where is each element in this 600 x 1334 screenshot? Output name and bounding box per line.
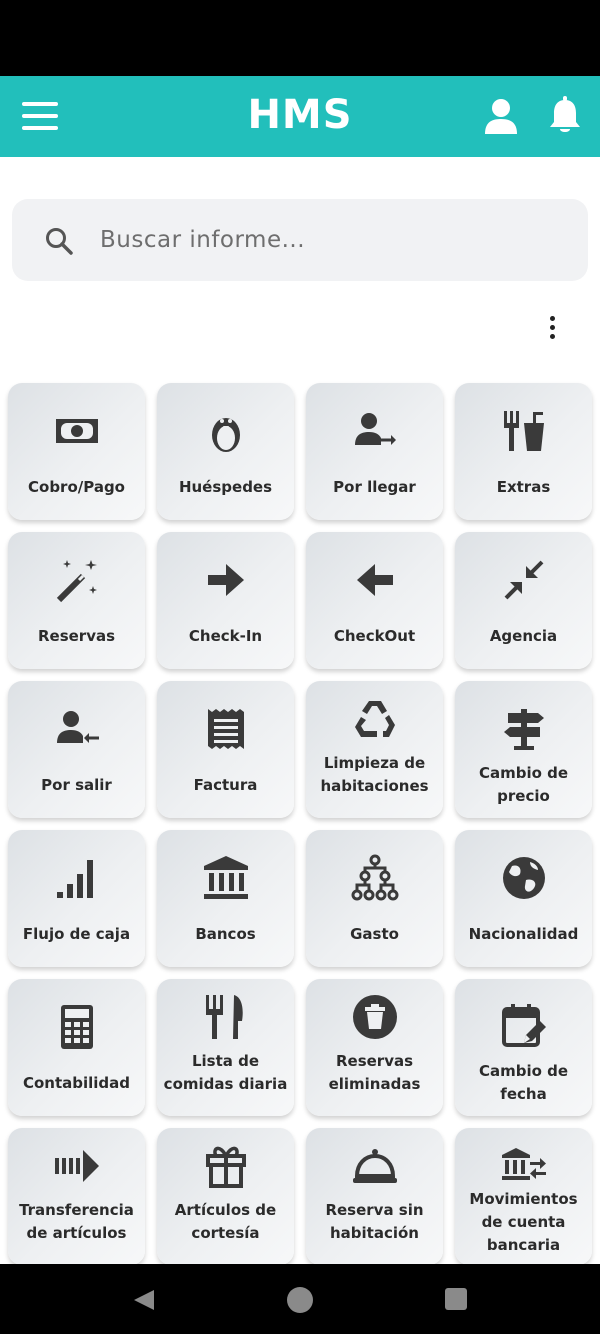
status-bar — [0, 0, 600, 76]
tile-reservas[interactable]: Reservas — [8, 532, 145, 669]
tile-label: Lista de comidas diaria — [163, 1052, 288, 1093]
arrow-right-icon — [207, 564, 244, 596]
tile-label: Cambio de fecha — [478, 1062, 569, 1103]
trash-circle-icon — [352, 995, 397, 1039]
tile-movimientos-cuenta-bancaria[interactable]: Movimientos de cuenta bancaria — [455, 1128, 592, 1264]
tile-label: Factura — [193, 775, 258, 794]
tile-checkout[interactable]: CheckOut — [306, 532, 443, 669]
tile-nacionalidad[interactable]: Nacionalidad — [455, 830, 592, 967]
tile-agencia[interactable]: Agencia — [455, 532, 592, 669]
compress-icon — [504, 560, 543, 600]
tile-label: CheckOut — [333, 626, 416, 645]
tile-label: Movimientos de cuenta bancaria — [469, 1189, 578, 1254]
tile-lista-comidas[interactable]: Lista de comidas diaria — [157, 979, 294, 1116]
tile-reserva-sin-habitacion[interactable]: Reserva sin habitación — [306, 1128, 443, 1264]
tile-label: Reservas — [37, 626, 116, 645]
tile-label: Extras — [496, 477, 551, 496]
search-input[interactable] — [100, 219, 560, 261]
arrow-left-icon — [356, 564, 393, 596]
bank-icon — [203, 856, 248, 899]
money-icon — [55, 419, 98, 443]
cloche-icon — [352, 1149, 397, 1183]
tile-label: Agencia — [489, 626, 558, 645]
more-options-icon[interactable] — [540, 313, 564, 345]
utensils-icon — [205, 995, 243, 1039]
receipt-icon — [207, 709, 244, 749]
tile-label: Reserva sin habitación — [325, 1201, 424, 1242]
tile-label: Transferencia de artículos — [19, 1201, 134, 1242]
tile-label: Reservas eliminadas — [328, 1052, 421, 1093]
user-arrow-out-icon — [56, 711, 99, 743]
tile-flujo-caja[interactable]: Flujo de caja — [8, 830, 145, 967]
tile-por-llegar[interactable]: Por llegar — [306, 383, 443, 520]
tile-label: Gasto — [350, 924, 399, 943]
app-bar: HMS — [0, 76, 600, 157]
fork-drink-icon — [503, 411, 544, 451]
tile-label: Limpieza de habitaciones — [320, 754, 429, 795]
magic-wand-icon — [56, 560, 97, 603]
tile-label: Contabilidad — [22, 1073, 131, 1092]
tile-label: Bancos — [195, 924, 256, 943]
hierarchy-icon — [351, 854, 398, 901]
tile-por-salir[interactable]: Por salir — [8, 681, 145, 818]
fast-forward-icon — [54, 1150, 99, 1182]
tile-label: Por llegar — [333, 477, 416, 496]
calendar-edit-icon — [501, 1004, 546, 1047]
user-arrow-in-icon — [354, 413, 396, 445]
tile-cobro-pago[interactable]: Cobro/Pago — [8, 383, 145, 520]
tile-check-in[interactable]: Check-In — [157, 532, 294, 669]
tile-gasto[interactable]: Gasto — [306, 830, 443, 967]
report-grid: Cobro/Pago Huéspedes Por llegar Extras R… — [8, 383, 598, 1264]
tile-factura[interactable]: Factura — [157, 681, 294, 818]
bell-icon[interactable] — [548, 96, 582, 136]
system-nav-bar — [0, 1264, 600, 1334]
penguin-icon — [211, 418, 240, 452]
search-bar[interactable] — [12, 199, 588, 281]
bank-transfer-icon — [501, 1148, 546, 1180]
signpost-icon — [503, 709, 544, 750]
tile-label: Cambio de precio — [478, 764, 569, 805]
recycle-icon — [354, 701, 395, 737]
recent-apps-icon[interactable] — [445, 1288, 467, 1310]
main-content: Cobro/Pago Huéspedes Por llegar — [0, 157, 600, 1264]
tile-reservas-eliminadas[interactable]: Reservas eliminadas — [306, 979, 443, 1116]
tile-label: Huéspedes — [178, 477, 273, 496]
tile-huespedes[interactable]: Huéspedes — [157, 383, 294, 520]
calculator-icon — [60, 1005, 93, 1049]
tile-label: Flujo de caja — [22, 924, 131, 943]
tile-articulos-cortesia[interactable]: Artículos de cortesía — [157, 1128, 294, 1264]
tile-cambio-fecha[interactable]: Cambio de fecha — [455, 979, 592, 1116]
tile-label: Artículos de cortesía — [174, 1201, 277, 1242]
user-icon[interactable] — [484, 98, 518, 134]
signal-bars-icon — [56, 860, 93, 898]
tile-contabilidad[interactable]: Contabilidad — [8, 979, 145, 1116]
tile-limpieza-habitaciones[interactable]: Limpieza de habitaciones — [306, 681, 443, 818]
search-icon — [46, 228, 73, 255]
tile-bancos[interactable]: Bancos — [157, 830, 294, 967]
tile-cambio-precio[interactable]: Cambio de precio — [455, 681, 592, 818]
tile-label: Nacionalidad — [468, 924, 579, 943]
gift-icon — [205, 1146, 246, 1188]
globe-icon — [502, 857, 545, 899]
back-icon[interactable] — [132, 1288, 156, 1312]
tile-label: Cobro/Pago — [28, 477, 125, 496]
tile-extras[interactable]: Extras — [455, 383, 592, 520]
tile-transferencia-articulos[interactable]: Transferencia de artículos — [8, 1128, 145, 1264]
home-icon[interactable] — [287, 1287, 313, 1313]
tile-label: Por salir — [41, 775, 112, 794]
tile-label: Check-In — [188, 626, 263, 645]
